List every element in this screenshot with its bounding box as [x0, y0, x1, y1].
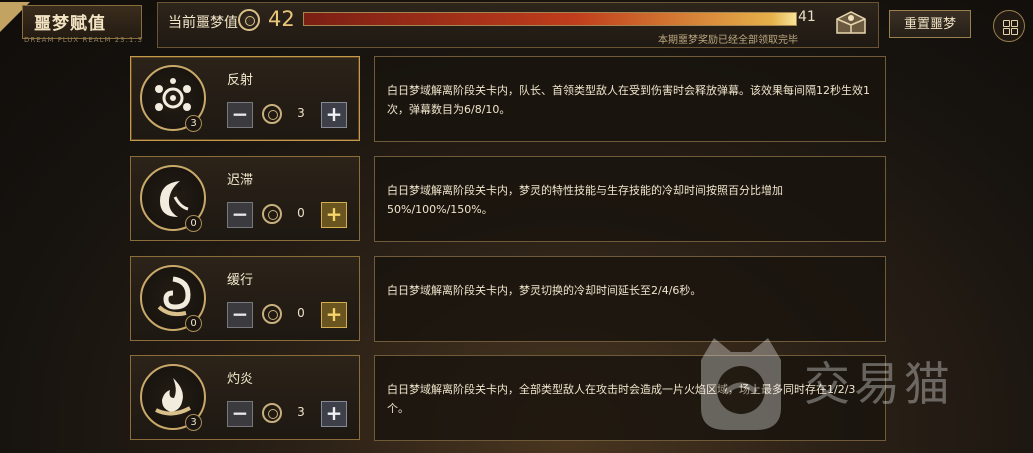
nightmare-coin-icon [238, 9, 260, 31]
reset-nightmare-button[interactable]: 重置噩梦 [889, 10, 971, 38]
skill-count: 0 [297, 306, 305, 320]
value-label: 当前噩梦值 [168, 15, 238, 31]
increase-button[interactable]: + [321, 401, 347, 427]
skill-card: 3 反射 − 3 + [130, 56, 360, 141]
watermark: 交易猫 [686, 330, 1016, 440]
decrease-button[interactable]: − [227, 302, 253, 328]
value-progress-bar [303, 12, 797, 26]
skill-card: 0 迟滞 − 0 + [130, 156, 360, 241]
skill-level-badge: 3 [185, 414, 202, 431]
watermark-text: 交易猫 [804, 357, 954, 411]
value-progress-fill [304, 13, 796, 25]
skill-description: 白日梦域解离阶段关卡内，梦灵的特性技能与生存技能的冷却时间按照百分比增加50%/… [374, 156, 886, 242]
skill-description: 白日梦域解离阶段关卡内，队长、首领类型敌人在受到伤害时会释放弹幕。该效果每间隔1… [374, 56, 886, 142]
page-subtitle: DREAM FLUX REALM 23.1.3 [24, 36, 143, 44]
cat-logo-icon [701, 338, 781, 430]
decrease-button[interactable]: − [227, 401, 253, 427]
skill-card: 0 缓行 − 0 + [130, 256, 360, 341]
skill-count: 3 [297, 106, 305, 120]
increase-button[interactable]: + [321, 302, 347, 328]
skill-name: 缓行 [227, 273, 254, 288]
grid-menu-icon[interactable] [993, 10, 1025, 42]
nightmare-coin-icon [262, 403, 282, 423]
nightmare-coin-icon [262, 304, 282, 324]
decrease-button[interactable]: − [227, 202, 253, 228]
increase-button[interactable]: + [321, 102, 347, 128]
skill-name: 灼炎 [227, 372, 254, 387]
page-title: 噩梦赋值 [34, 14, 106, 34]
page-title-box: 噩梦赋值 DREAM FLUX REALM 23.1.3 [0, 2, 150, 46]
skill-name: 迟滞 [227, 173, 254, 188]
treasure-chest-icon[interactable] [834, 7, 868, 37]
decrease-button[interactable]: − [227, 102, 253, 128]
skill-level-badge: 0 [185, 215, 202, 232]
increase-button[interactable]: + [321, 202, 347, 228]
nightmare-coin-icon [262, 104, 282, 124]
current-value: 42 [268, 7, 295, 31]
skill-name: 反射 [227, 73, 254, 88]
nightmare-value-panel: 当前噩梦值 42 41 本期噩梦奖励已经全部领取完毕 [157, 2, 879, 48]
skill-level-badge: 3 [185, 115, 202, 132]
skill-count: 0 [297, 206, 305, 220]
reward-status-note: 本期噩梦奖励已经全部领取完毕 [658, 35, 798, 46]
nightmare-coin-icon [262, 204, 282, 224]
skill-level-badge: 0 [185, 315, 202, 332]
skill-card: 3 灼炎 − 3 + [130, 355, 360, 440]
value-threshold: 41 [798, 9, 816, 25]
skill-count: 3 [297, 405, 305, 419]
